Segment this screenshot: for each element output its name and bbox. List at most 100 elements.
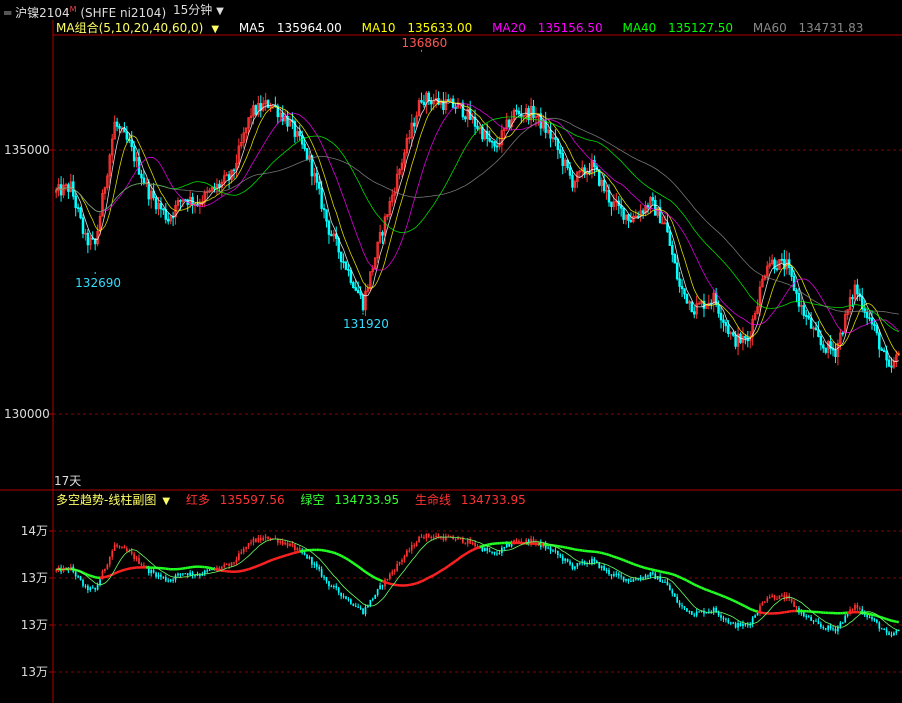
sub-candle-body — [84, 585, 87, 587]
candle-body — [356, 289, 360, 294]
sub-candle-body — [135, 557, 138, 560]
candles-layer — [54, 89, 901, 373]
candle-body — [305, 148, 309, 160]
candle-body — [807, 315, 810, 319]
life-line-segment — [411, 582, 415, 586]
life-line-segment — [211, 567, 215, 571]
sub-candle-body — [532, 538, 535, 544]
sub-candle-body — [371, 598, 374, 600]
sub-candle-body — [410, 545, 413, 551]
life-line-segment — [464, 551, 469, 556]
sub-candle-body — [225, 564, 228, 566]
sub-candle-body — [676, 596, 679, 603]
life-line-segment — [435, 571, 440, 575]
candle-body — [873, 323, 876, 326]
sub-candle-body — [627, 578, 630, 581]
ma10-line — [55, 100, 900, 355]
candle-body — [885, 351, 888, 361]
life-line-segment — [289, 552, 293, 556]
sub-candle-body — [895, 630, 898, 633]
sub-candle-body — [403, 556, 406, 560]
sub-candle-body — [181, 573, 184, 575]
sub-candle-body — [608, 569, 610, 575]
sub-candle-body — [620, 575, 623, 577]
life-line-segment — [474, 546, 478, 551]
life-line-segment — [671, 573, 676, 577]
life-line-segment — [481, 544, 486, 548]
life-line-segment — [618, 557, 622, 561]
candle-body — [361, 294, 365, 311]
candle-body — [554, 137, 557, 140]
sub-candle-body — [408, 550, 411, 552]
candle-body — [132, 146, 136, 162]
candle-body — [685, 293, 689, 304]
candle-body — [641, 210, 645, 214]
life-line-segment — [708, 589, 712, 593]
life-line-segment — [749, 607, 754, 612]
sub-candle-body — [483, 548, 486, 551]
sub-candle-body — [817, 621, 820, 624]
candle-body — [824, 347, 827, 353]
sub-candle-body — [878, 622, 881, 629]
life-line-segment — [114, 571, 118, 575]
life-line-segment — [382, 580, 386, 584]
life-line-segment — [331, 550, 335, 554]
sub-candle-body — [167, 580, 170, 582]
ma60-line — [55, 117, 899, 315]
sub-candle-body — [885, 629, 888, 633]
sub-candle-body — [257, 537, 260, 542]
sub-candle-body — [74, 572, 77, 577]
life-line-segment — [284, 553, 288, 557]
chart-canvas[interactable] — [0, 0, 902, 703]
sub-candle-body — [778, 595, 781, 600]
sub-candle-body — [420, 536, 423, 538]
life-line-segment — [710, 590, 715, 594]
sub-candle-body — [335, 585, 338, 588]
sub-candle-body — [576, 563, 579, 567]
sub-candle-body — [340, 592, 342, 597]
sub-candle-body — [810, 617, 812, 621]
sub-candle-body — [347, 599, 350, 601]
life-line-segment — [596, 550, 600, 554]
sub-candle-body — [622, 576, 625, 581]
life-line-segment — [277, 555, 281, 560]
sub-candle-body — [177, 573, 179, 576]
life-line-segment — [345, 557, 350, 561]
sub-candle-body — [362, 608, 364, 615]
sub-candle-body — [832, 628, 834, 630]
life-line-segment — [265, 560, 269, 564]
sub-candle-body — [296, 548, 299, 551]
sub-candle-body — [172, 579, 174, 581]
sub-candle-body — [352, 603, 355, 606]
candle-body — [731, 332, 735, 336]
life-line-segment — [630, 561, 634, 566]
candle-body — [629, 219, 633, 223]
life-line-segment — [664, 571, 668, 575]
candle-body — [863, 308, 866, 313]
candle-body — [673, 254, 677, 264]
sub-candle-body — [330, 586, 333, 588]
sub-candle-body — [350, 599, 352, 604]
life-line-segment — [328, 550, 332, 554]
life-line-segment — [620, 557, 625, 562]
sub-candle-body — [725, 618, 727, 620]
sub-candle-body — [824, 628, 827, 630]
life-line-segment — [888, 618, 892, 622]
sub-candle-body — [610, 574, 613, 576]
candle-body — [795, 290, 798, 294]
life-line-segment — [683, 578, 688, 582]
sub-candle-body — [756, 612, 759, 616]
sub-candle-body — [771, 595, 774, 598]
candle-body — [325, 209, 328, 222]
candle-body — [86, 232, 90, 246]
sub-candle-body — [693, 614, 696, 616]
sub-candle-body — [393, 570, 396, 572]
sub-candle-body — [82, 580, 84, 586]
sub-candle-body — [199, 575, 201, 577]
sub-candle-body — [169, 579, 172, 582]
candle-body — [690, 301, 694, 313]
sub-candle-body — [613, 574, 615, 576]
life-line-segment — [347, 558, 352, 563]
life-line-segment — [696, 584, 700, 588]
candle-body — [822, 344, 825, 349]
